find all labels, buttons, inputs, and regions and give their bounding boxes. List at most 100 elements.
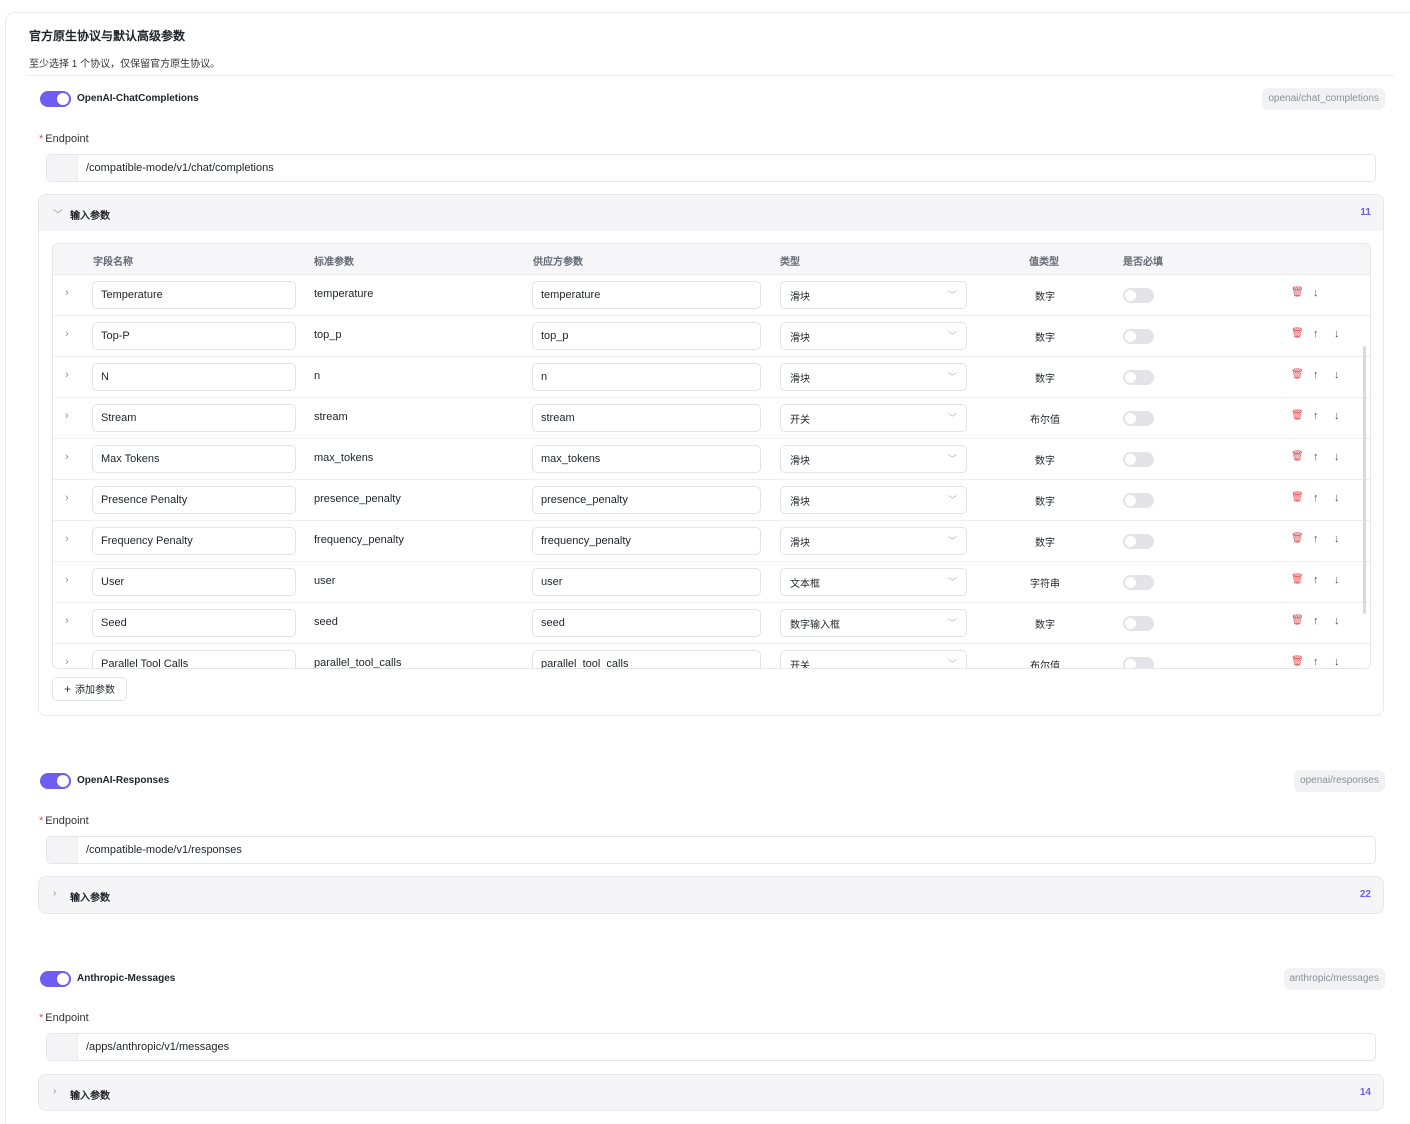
arrow-up-icon[interactable]: ↑ [1313, 328, 1319, 340]
protocol-toggle[interactable] [40, 773, 71, 789]
trash-icon[interactable]: 🗑 [1291, 574, 1304, 585]
type-select[interactable]: 滑块 ﹀ [780, 486, 967, 514]
chevron-right-icon[interactable]: › [65, 656, 69, 668]
provider-param-input[interactable]: presence_penalty [532, 486, 761, 514]
value-type: 数字 [1035, 333, 1055, 344]
required-toggle[interactable] [1123, 370, 1154, 385]
provider-param-input[interactable]: stream [532, 404, 761, 432]
table-body: › Temperature temperature temperature 滑块 ﹀ 数字 🗑… [53, 275, 1370, 669]
arrow-down-icon[interactable]: ↓ [1334, 328, 1340, 340]
field-name-input[interactable]: N [92, 363, 296, 391]
provider-param-input[interactable]: frequency_penalty [532, 527, 761, 555]
field-name-input[interactable]: Parallel Tool Calls [92, 650, 296, 668]
arrow-up-icon[interactable]: ↑ [1313, 574, 1319, 586]
chevron-right-icon[interactable]: › [65, 492, 69, 504]
endpoint-input[interactable]: /compatible-mode/v1/chat/completions [46, 154, 1376, 182]
type-select[interactable]: 滑块 ﹀ [780, 445, 967, 473]
required-toggle[interactable] [1123, 657, 1154, 668]
required-toggle[interactable] [1123, 575, 1154, 590]
provider-param-input[interactable]: parallel_tool_calls [532, 650, 761, 668]
arrow-up-icon[interactable]: ↑ [1313, 533, 1319, 545]
type-select[interactable]: 开关 ﹀ [780, 650, 967, 668]
params-accordion-header[interactable]: › 输入参数 14 [39, 1075, 1383, 1111]
params-accordion-anthropic[interactable]: › 输入参数 14 [38, 1074, 1384, 1111]
arrow-up-icon[interactable]: ↑ [1313, 492, 1319, 504]
arrow-down-icon[interactable]: ↓ [1334, 369, 1340, 381]
trash-icon[interactable]: 🗑 [1291, 369, 1304, 380]
type-select[interactable]: 滑块 ﹀ [780, 281, 967, 309]
value-type: 数字 [1035, 292, 1055, 303]
required-toggle[interactable] [1123, 288, 1154, 303]
endpoint-input[interactable]: /apps/anthropic/v1/messages [46, 1033, 1376, 1061]
required-toggle[interactable] [1123, 616, 1154, 631]
field-name-input[interactable]: Stream [92, 404, 296, 432]
type-select[interactable]: 滑块 ﹀ [780, 322, 967, 350]
chevron-right-icon[interactable]: › [65, 451, 69, 463]
chevron-right-icon[interactable]: › [65, 615, 69, 627]
endpoint-input[interactable]: /compatible-mode/v1/responses [46, 836, 1376, 864]
arrow-up-icon[interactable]: ↑ [1313, 656, 1319, 668]
type-select[interactable]: 滑块 ﹀ [780, 363, 967, 391]
value-type: 字符串 [1030, 579, 1060, 590]
required-toggle[interactable] [1123, 329, 1154, 344]
type-select[interactable]: 滑块 ﹀ [780, 527, 967, 555]
trash-icon[interactable]: 🗑 [1291, 615, 1304, 626]
provider-param-input[interactable]: seed [532, 609, 761, 637]
arrow-up-icon[interactable]: ↑ [1313, 410, 1319, 422]
required-toggle[interactable] [1123, 534, 1154, 549]
provider-param-input[interactable]: n [532, 363, 761, 391]
arrow-up-icon[interactable]: ↑ [1313, 451, 1319, 463]
arrow-down-icon[interactable]: ↓ [1313, 287, 1319, 299]
arrow-down-icon[interactable]: ↓ [1334, 410, 1340, 422]
arrow-up-icon[interactable]: ↑ [1313, 615, 1319, 627]
type-select[interactable]: 文本框 ﹀ [780, 568, 967, 596]
arrow-down-icon[interactable]: ↓ [1334, 615, 1340, 627]
chevron-down-icon: ﹀ [947, 454, 957, 464]
chevron-right-icon[interactable]: › [65, 574, 69, 586]
provider-param-input[interactable]: top_p [532, 322, 761, 350]
protocol-toggle[interactable] [40, 971, 71, 987]
protocol-toggle[interactable] [40, 91, 71, 107]
trash-icon[interactable]: 🗑 [1291, 492, 1304, 503]
trash-icon[interactable]: 🗑 [1291, 287, 1304, 298]
arrow-down-icon[interactable]: ↓ [1334, 574, 1340, 586]
value-type: 布尔值 [1030, 661, 1060, 669]
add-param-button[interactable]: + 添加参数 [52, 677, 128, 701]
table-scrollbar[interactable] [1363, 346, 1366, 614]
required-toggle[interactable] [1123, 411, 1154, 426]
field-name-input[interactable]: Seed [92, 609, 296, 637]
params-accordion-header[interactable]: › 输入参数 22 [39, 877, 1383, 913]
params-accordion-header[interactable]: ﹀ 输入参数 11 [39, 195, 1383, 231]
trash-icon[interactable]: 🗑 [1291, 410, 1304, 421]
standard-param: n [314, 370, 321, 382]
params-accordion-responses[interactable]: › 输入参数 22 [38, 876, 1384, 914]
trash-icon[interactable]: 🗑 [1291, 328, 1304, 339]
type-select[interactable]: 开关 ﹀ [780, 404, 967, 432]
field-name-input[interactable]: Presence Penalty [92, 486, 296, 514]
arrow-down-icon[interactable]: ↓ [1334, 451, 1340, 463]
trash-icon[interactable]: 🗑 [1291, 451, 1304, 462]
field-name-input[interactable]: Temperature [92, 281, 296, 309]
chevron-right-icon[interactable]: › [65, 328, 69, 340]
field-name-input[interactable]: User [92, 568, 296, 596]
trash-icon[interactable]: 🗑 [1291, 656, 1304, 667]
chevron-right-icon[interactable]: › [65, 369, 69, 381]
field-name-input[interactable]: Frequency Penalty [92, 527, 296, 555]
chevron-right-icon[interactable]: › [65, 287, 69, 299]
chevron-right-icon[interactable]: › [65, 410, 69, 422]
trash-icon[interactable]: 🗑 [1291, 533, 1304, 544]
arrow-down-icon[interactable]: ↓ [1334, 492, 1340, 504]
required-toggle[interactable] [1123, 452, 1154, 467]
required-toggle[interactable] [1123, 493, 1154, 508]
provider-param-input[interactable]: temperature [532, 281, 761, 309]
field-name-input[interactable]: Top-P [92, 322, 296, 350]
provider-param-input[interactable]: user [532, 568, 761, 596]
type-select[interactable]: 数字输入框 ﹀ [780, 609, 967, 637]
column-header: 供应方参数 [533, 257, 583, 268]
arrow-down-icon[interactable]: ↓ [1334, 533, 1340, 545]
arrow-down-icon[interactable]: ↓ [1334, 656, 1340, 668]
arrow-up-icon[interactable]: ↑ [1313, 369, 1319, 381]
field-name-input[interactable]: Max Tokens [92, 445, 296, 473]
chevron-right-icon[interactable]: › [65, 533, 69, 545]
provider-param-input[interactable]: max_tokens [532, 445, 761, 473]
